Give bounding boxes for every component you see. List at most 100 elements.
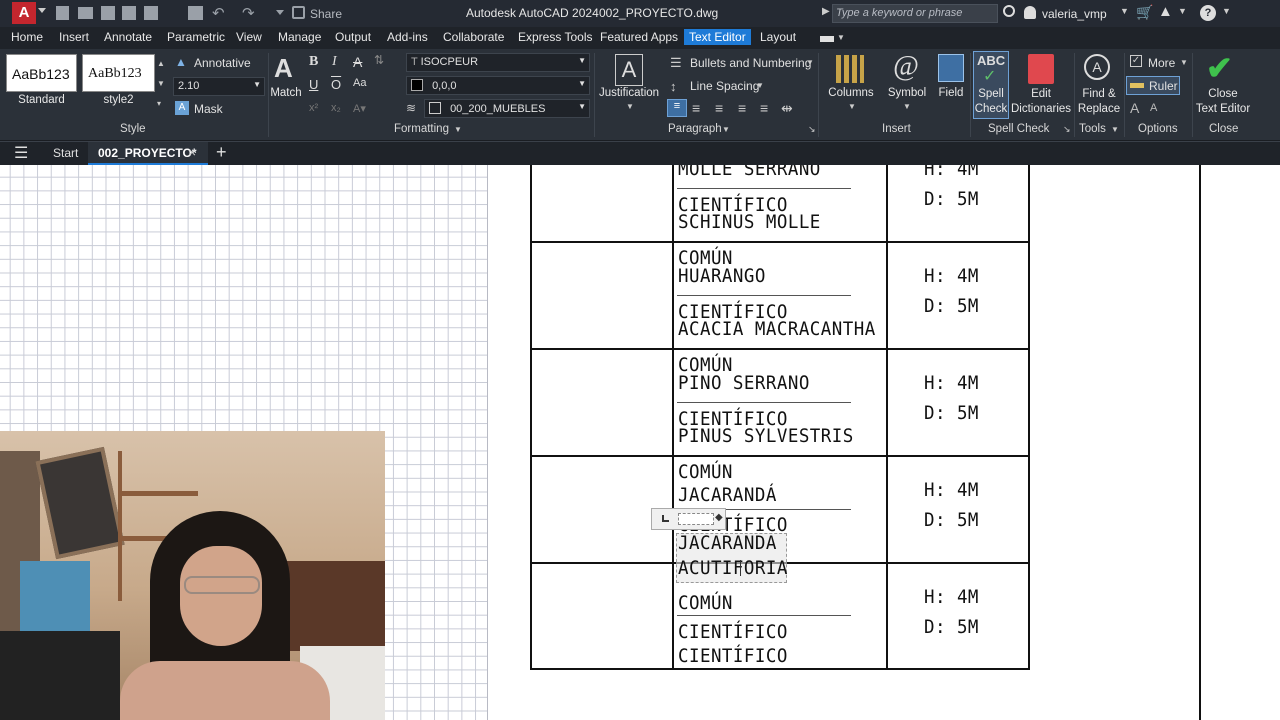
tools-panel-label[interactable]: Tools bbox=[1079, 123, 1106, 135]
qat-dropdown-icon[interactable] bbox=[276, 10, 284, 15]
annotative-icon[interactable]: ▲ bbox=[175, 56, 187, 68]
close-tab-icon[interactable]: × bbox=[188, 144, 196, 160]
app-logo-icon[interactable]: A bbox=[12, 2, 36, 24]
font-dropdown[interactable]: T ISOCPEUR ▼ bbox=[406, 53, 590, 72]
close-checkmark-icon[interactable]: ✔ bbox=[1206, 49, 1233, 87]
tab-insert[interactable]: Insert bbox=[59, 30, 89, 44]
style-preview-style2[interactable]: AaBb123 bbox=[82, 54, 155, 92]
tab-stop-icon[interactable] bbox=[662, 515, 669, 522]
tab-add-ins[interactable]: Add-ins bbox=[387, 30, 428, 44]
paragraph-launcher-icon[interactable]: ↘ bbox=[808, 124, 816, 135]
cloud-save-icon[interactable] bbox=[144, 6, 158, 20]
bullets-dropdown-icon[interactable]: ▼ bbox=[806, 58, 814, 67]
close-text-editor-label-2[interactable]: Text Editor bbox=[1192, 103, 1254, 115]
print-icon[interactable] bbox=[188, 6, 203, 20]
case-icon[interactable]: Aa bbox=[353, 77, 366, 89]
justification-icon[interactable]: A bbox=[615, 54, 643, 86]
drawing-canvas[interactable]: MOLLE SERRANO CIENTÍFICO SCHINUS MOLLE H… bbox=[0, 165, 1280, 720]
ruler-toggle[interactable]: Ruler bbox=[1126, 76, 1180, 95]
tab-view[interactable]: View bbox=[236, 30, 262, 44]
save-icon[interactable] bbox=[101, 6, 115, 20]
help-dropdown-icon[interactable]: ▼ bbox=[1222, 6, 1231, 16]
autodesk-dropdown-icon[interactable]: ▼ bbox=[1178, 6, 1187, 16]
tab-express-tools[interactable]: Express Tools bbox=[518, 30, 592, 44]
new-tab-icon[interactable]: + bbox=[216, 142, 227, 163]
formatting-expand-icon[interactable]: ▼ bbox=[454, 125, 462, 134]
hamburger-menu-icon[interactable]: ☰ bbox=[14, 143, 28, 163]
match-icon[interactable]: A bbox=[274, 54, 298, 82]
bullets-icon[interactable]: ☰ bbox=[670, 55, 682, 71]
ruler-width-handle-icon[interactable]: ◆ bbox=[715, 512, 723, 523]
formatting-panel-label[interactable]: Formatting bbox=[394, 123, 449, 135]
undo-icon[interactable]: ↶ bbox=[212, 4, 225, 22]
tab-layout[interactable]: Layout bbox=[760, 30, 796, 44]
layer-dropdown[interactable]: 00_200_MUEBLES ▼ bbox=[424, 99, 590, 118]
open-file-icon[interactable] bbox=[78, 7, 93, 19]
find-replace-label-1[interactable]: Find & bbox=[1076, 88, 1122, 100]
tab-manage[interactable]: Manage bbox=[278, 30, 321, 44]
text-size-small-icon[interactable]: A bbox=[1150, 102, 1157, 114]
mask-icon[interactable]: A bbox=[175, 101, 189, 115]
distribute-icon[interactable]: ≡ bbox=[760, 100, 768, 116]
tools-expand-icon[interactable]: ▼ bbox=[1111, 125, 1119, 134]
more-button[interactable]: More bbox=[1148, 56, 1175, 70]
start-tab[interactable]: Start bbox=[53, 146, 78, 160]
oblique-icon[interactable]: A▾ bbox=[353, 102, 366, 115]
share-icon[interactable] bbox=[292, 6, 305, 19]
user-icon[interactable] bbox=[1024, 6, 1036, 19]
symbol-icon[interactable]: @ bbox=[893, 51, 919, 83]
edit-dictionaries-label-2[interactable]: Dictionaries bbox=[1008, 103, 1074, 115]
subscript-icon[interactable]: x₂ bbox=[331, 102, 341, 114]
ribbon-minimize-icon[interactable] bbox=[820, 36, 834, 42]
paragraph-panel-label[interactable]: Paragraph bbox=[668, 123, 722, 135]
bullets-button[interactable]: Bullets and Numbering bbox=[690, 56, 811, 70]
redo-icon[interactable]: ↷ bbox=[242, 4, 255, 22]
underline-icon[interactable]: U bbox=[309, 77, 318, 92]
search-icon[interactable] bbox=[1003, 5, 1015, 17]
text-size-icon[interactable]: A bbox=[1130, 100, 1139, 116]
justify-icon[interactable]: ≡ bbox=[738, 100, 746, 116]
line-spacing-button[interactable]: Line Spacing bbox=[690, 79, 759, 93]
edit-dictionaries-icon[interactable] bbox=[1028, 54, 1054, 84]
overline-icon[interactable]: O bbox=[331, 77, 341, 92]
close-text-editor-label-1[interactable]: Close bbox=[1196, 88, 1250, 100]
tab-output[interactable]: Output bbox=[335, 30, 371, 44]
help-icon[interactable]: ? bbox=[1200, 5, 1216, 21]
style-preview-standard[interactable]: AaBb123 bbox=[6, 54, 77, 92]
columns-icon[interactable] bbox=[836, 55, 864, 83]
app-menu-chevron-icon[interactable] bbox=[38, 8, 46, 13]
user-dropdown-icon[interactable]: ▼ bbox=[1120, 6, 1129, 16]
paragraph-settings-icon[interactable]: ⇹ bbox=[781, 100, 793, 117]
field-icon[interactable] bbox=[938, 54, 964, 82]
style-gallery-scroll[interactable]: ▲ ▼ ▾ bbox=[157, 54, 169, 117]
justification-button[interactable]: Justification bbox=[598, 87, 660, 99]
superscript-icon[interactable]: x² bbox=[309, 102, 318, 114]
align-left-icon[interactable]: ≡ bbox=[667, 99, 687, 117]
columns-dropdown-icon[interactable]: ▼ bbox=[848, 102, 856, 111]
align-center-icon[interactable]: ≡ bbox=[692, 100, 700, 116]
ribbon-options-chevron-icon[interactable]: ▼ bbox=[837, 33, 845, 42]
columns-button[interactable]: Columns bbox=[826, 87, 876, 99]
tab-collaborate[interactable]: Collaborate bbox=[443, 30, 504, 44]
find-replace-label-2[interactable]: Replace bbox=[1074, 103, 1124, 115]
align-right-icon[interactable]: ≡ bbox=[715, 100, 723, 116]
cientifico-name[interactable]: JACARANDA bbox=[678, 532, 777, 554]
active-document-tab[interactable]: 002_PROYECTO* × bbox=[88, 142, 208, 165]
search-expand-icon[interactable]: ▶ bbox=[822, 6, 830, 17]
tab-featured-apps[interactable]: Featured Apps bbox=[600, 30, 678, 44]
cart-icon[interactable]: 🛒 bbox=[1136, 4, 1153, 21]
text-height-dropdown[interactable]: 2.10 ▼ bbox=[173, 77, 265, 96]
autodesk-icon[interactable]: ▲ bbox=[1158, 3, 1173, 20]
more-checkbox-icon[interactable]: ✓ bbox=[1130, 55, 1142, 67]
symbol-button[interactable]: Symbol bbox=[884, 87, 930, 99]
paragraph-expand-icon[interactable]: ▼ bbox=[722, 125, 730, 134]
italic-icon[interactable]: I bbox=[332, 54, 337, 70]
save-as-icon[interactable] bbox=[122, 6, 136, 20]
more-dropdown-icon[interactable]: ▼ bbox=[1180, 58, 1188, 67]
share-button[interactable]: Share bbox=[310, 7, 342, 21]
bold-icon[interactable]: B bbox=[309, 54, 318, 70]
field-button[interactable]: Field bbox=[934, 87, 968, 99]
strikethrough-icon[interactable]: A bbox=[353, 54, 362, 70]
line-spacing-icon[interactable]: ↕ bbox=[670, 79, 677, 94]
justification-dropdown-icon[interactable]: ▼ bbox=[626, 102, 634, 111]
